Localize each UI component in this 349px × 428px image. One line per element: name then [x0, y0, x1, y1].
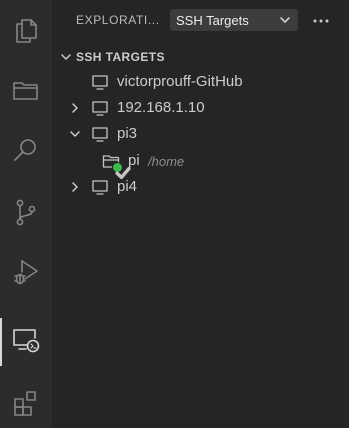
search-icon — [11, 135, 41, 170]
source-control-icon — [11, 197, 41, 232]
remote-explorer-sidebar: EXPLORATI... SSH Targets SSH TARGETS vic… — [52, 0, 349, 428]
tree-item-host[interactable]: victorprouff-GitHub — [52, 69, 349, 95]
vscode-window: EXPLORATI... SSH Targets SSH TARGETS vic… — [0, 0, 349, 428]
view-select-value: SSH Targets — [176, 12, 249, 28]
monitor-icon — [91, 73, 109, 91]
activity-search[interactable] — [0, 128, 52, 176]
connected-status-icon — [112, 162, 131, 180]
remote-folder-connected-icon — [102, 152, 131, 180]
monitor-icon — [91, 99, 109, 117]
more-actions-button[interactable] — [310, 10, 332, 30]
tree-item-label: pi3 — [117, 125, 138, 142]
activity-folder[interactable] — [0, 68, 52, 116]
activity-explorer[interactable] — [0, 8, 52, 56]
tree-item-label: 192.168.1.10 — [117, 99, 205, 116]
monitor-icon — [91, 178, 109, 196]
view-select-dropdown[interactable]: SSH Targets — [170, 9, 298, 31]
activity-run-debug[interactable] — [0, 250, 52, 298]
remote-explorer-icon — [11, 325, 41, 360]
tree-item-folder[interactable]: pi /home — [52, 148, 349, 180]
folder-icon — [11, 75, 41, 110]
activity-remote-explorer[interactable] — [0, 318, 52, 366]
tree-item-label: pi4 — [117, 178, 138, 195]
tree-item-description: /home — [148, 154, 185, 169]
activity-source-control[interactable] — [0, 190, 52, 238]
sidebar-title: EXPLORATI... — [76, 13, 160, 27]
chevron-down-icon — [59, 50, 73, 64]
tree-item-host[interactable]: 192.168.1.10 — [52, 95, 349, 121]
section-title: SSH TARGETS — [76, 50, 165, 64]
chevron-down-icon — [68, 127, 82, 141]
activity-extensions[interactable] — [0, 380, 52, 428]
activity-bar — [0, 0, 52, 428]
sidebar-header: EXPLORATI... SSH Targets — [52, 0, 349, 40]
ellipsis-icon — [312, 11, 330, 29]
extensions-icon — [11, 387, 41, 422]
run-debug-icon — [11, 257, 41, 292]
tree-item-host[interactable]: pi4 — [52, 174, 349, 200]
tree-item-host[interactable]: pi3 — [52, 121, 349, 147]
tree-item-label: pi — [128, 152, 140, 169]
files-icon — [11, 15, 41, 50]
chevron-down-icon — [278, 13, 292, 27]
chevron-right-icon — [68, 180, 82, 194]
monitor-icon — [91, 125, 109, 143]
tree-item-label: victorprouff-GitHub — [117, 73, 243, 90]
section-header-ssh-targets[interactable]: SSH TARGETS — [52, 46, 349, 68]
chevron-right-icon — [68, 101, 82, 115]
